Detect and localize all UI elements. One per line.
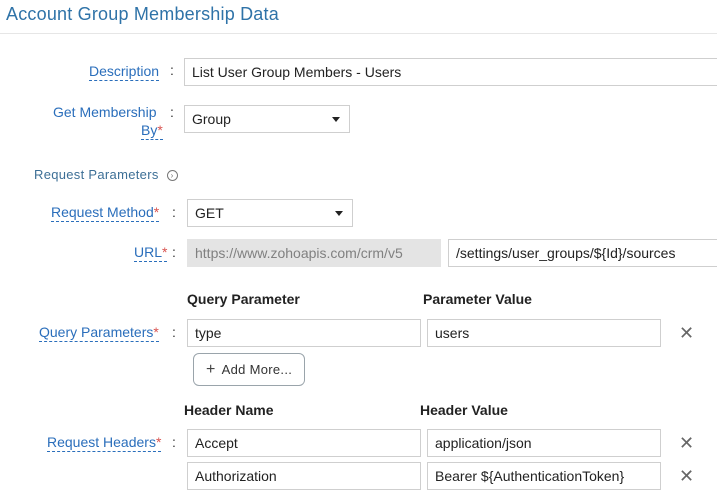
colon: : <box>172 244 176 260</box>
query-param-column-header: Query Parameter <box>187 291 300 307</box>
colon: : <box>172 324 176 340</box>
add-more-button[interactable]: + Add More... <box>193 353 306 386</box>
description-label[interactable]: Description <box>89 63 160 81</box>
membership-select[interactable]: Group <box>184 105 350 133</box>
colon: : <box>170 62 174 78</box>
caret-down-icon <box>335 211 343 216</box>
membership-select-value: Group <box>192 111 231 127</box>
query-parameters-label[interactable]: Query Parameters* <box>39 324 159 342</box>
request-method-select[interactable]: GET <box>187 199 353 227</box>
url-base-input: https://www.zohoapis.com/crm/v5 <box>187 239 441 267</box>
colon: : <box>170 104 174 120</box>
query-value-input[interactable]: users <box>427 319 661 347</box>
info-icon[interactable]: › <box>166 170 178 182</box>
request-headers-label[interactable]: Request Headers* <box>47 434 162 452</box>
url-path-input[interactable]: /settings/user_groups/${Id}/sources <box>448 239 717 267</box>
add-more-label: Add More... <box>221 362 293 377</box>
header-value-input[interactable]: application/json <box>427 429 661 457</box>
header-name-column-header: Header Name <box>184 402 274 418</box>
header-value-column-header: Header Value <box>420 402 508 418</box>
title-divider <box>0 33 717 34</box>
header-name-input[interactable]: Accept <box>187 429 421 457</box>
header-value-input[interactable]: Bearer ${AuthenticationToken} <box>427 462 661 490</box>
caret-down-icon <box>332 117 340 122</box>
colon: : <box>172 204 176 220</box>
description-input[interactable]: List User Group Members - Users <box>184 58 717 86</box>
url-label[interactable]: URL* <box>134 244 168 262</box>
colon: : <box>172 434 176 450</box>
section-label: Request Parameters <box>34 167 159 182</box>
header-name-input[interactable]: Authorization <box>187 462 421 490</box>
request-method-label[interactable]: Request Method* <box>51 204 160 222</box>
close-icon[interactable]: ✕ <box>679 434 694 452</box>
request-parameters-section: Request Parameters › <box>34 167 178 182</box>
query-param-input[interactable]: type <box>187 319 421 347</box>
close-icon[interactable]: ✕ <box>679 324 694 342</box>
request-method-value: GET <box>195 205 224 221</box>
membership-label-line1[interactable]: Get Membership <box>53 104 156 121</box>
close-icon[interactable]: ✕ <box>679 467 694 485</box>
page-title: Account Group Membership Data <box>6 4 279 24</box>
param-value-column-header: Parameter Value <box>423 291 532 307</box>
plus-icon: + <box>206 361 216 378</box>
membership-label-line2[interactable]: By* <box>141 122 163 140</box>
